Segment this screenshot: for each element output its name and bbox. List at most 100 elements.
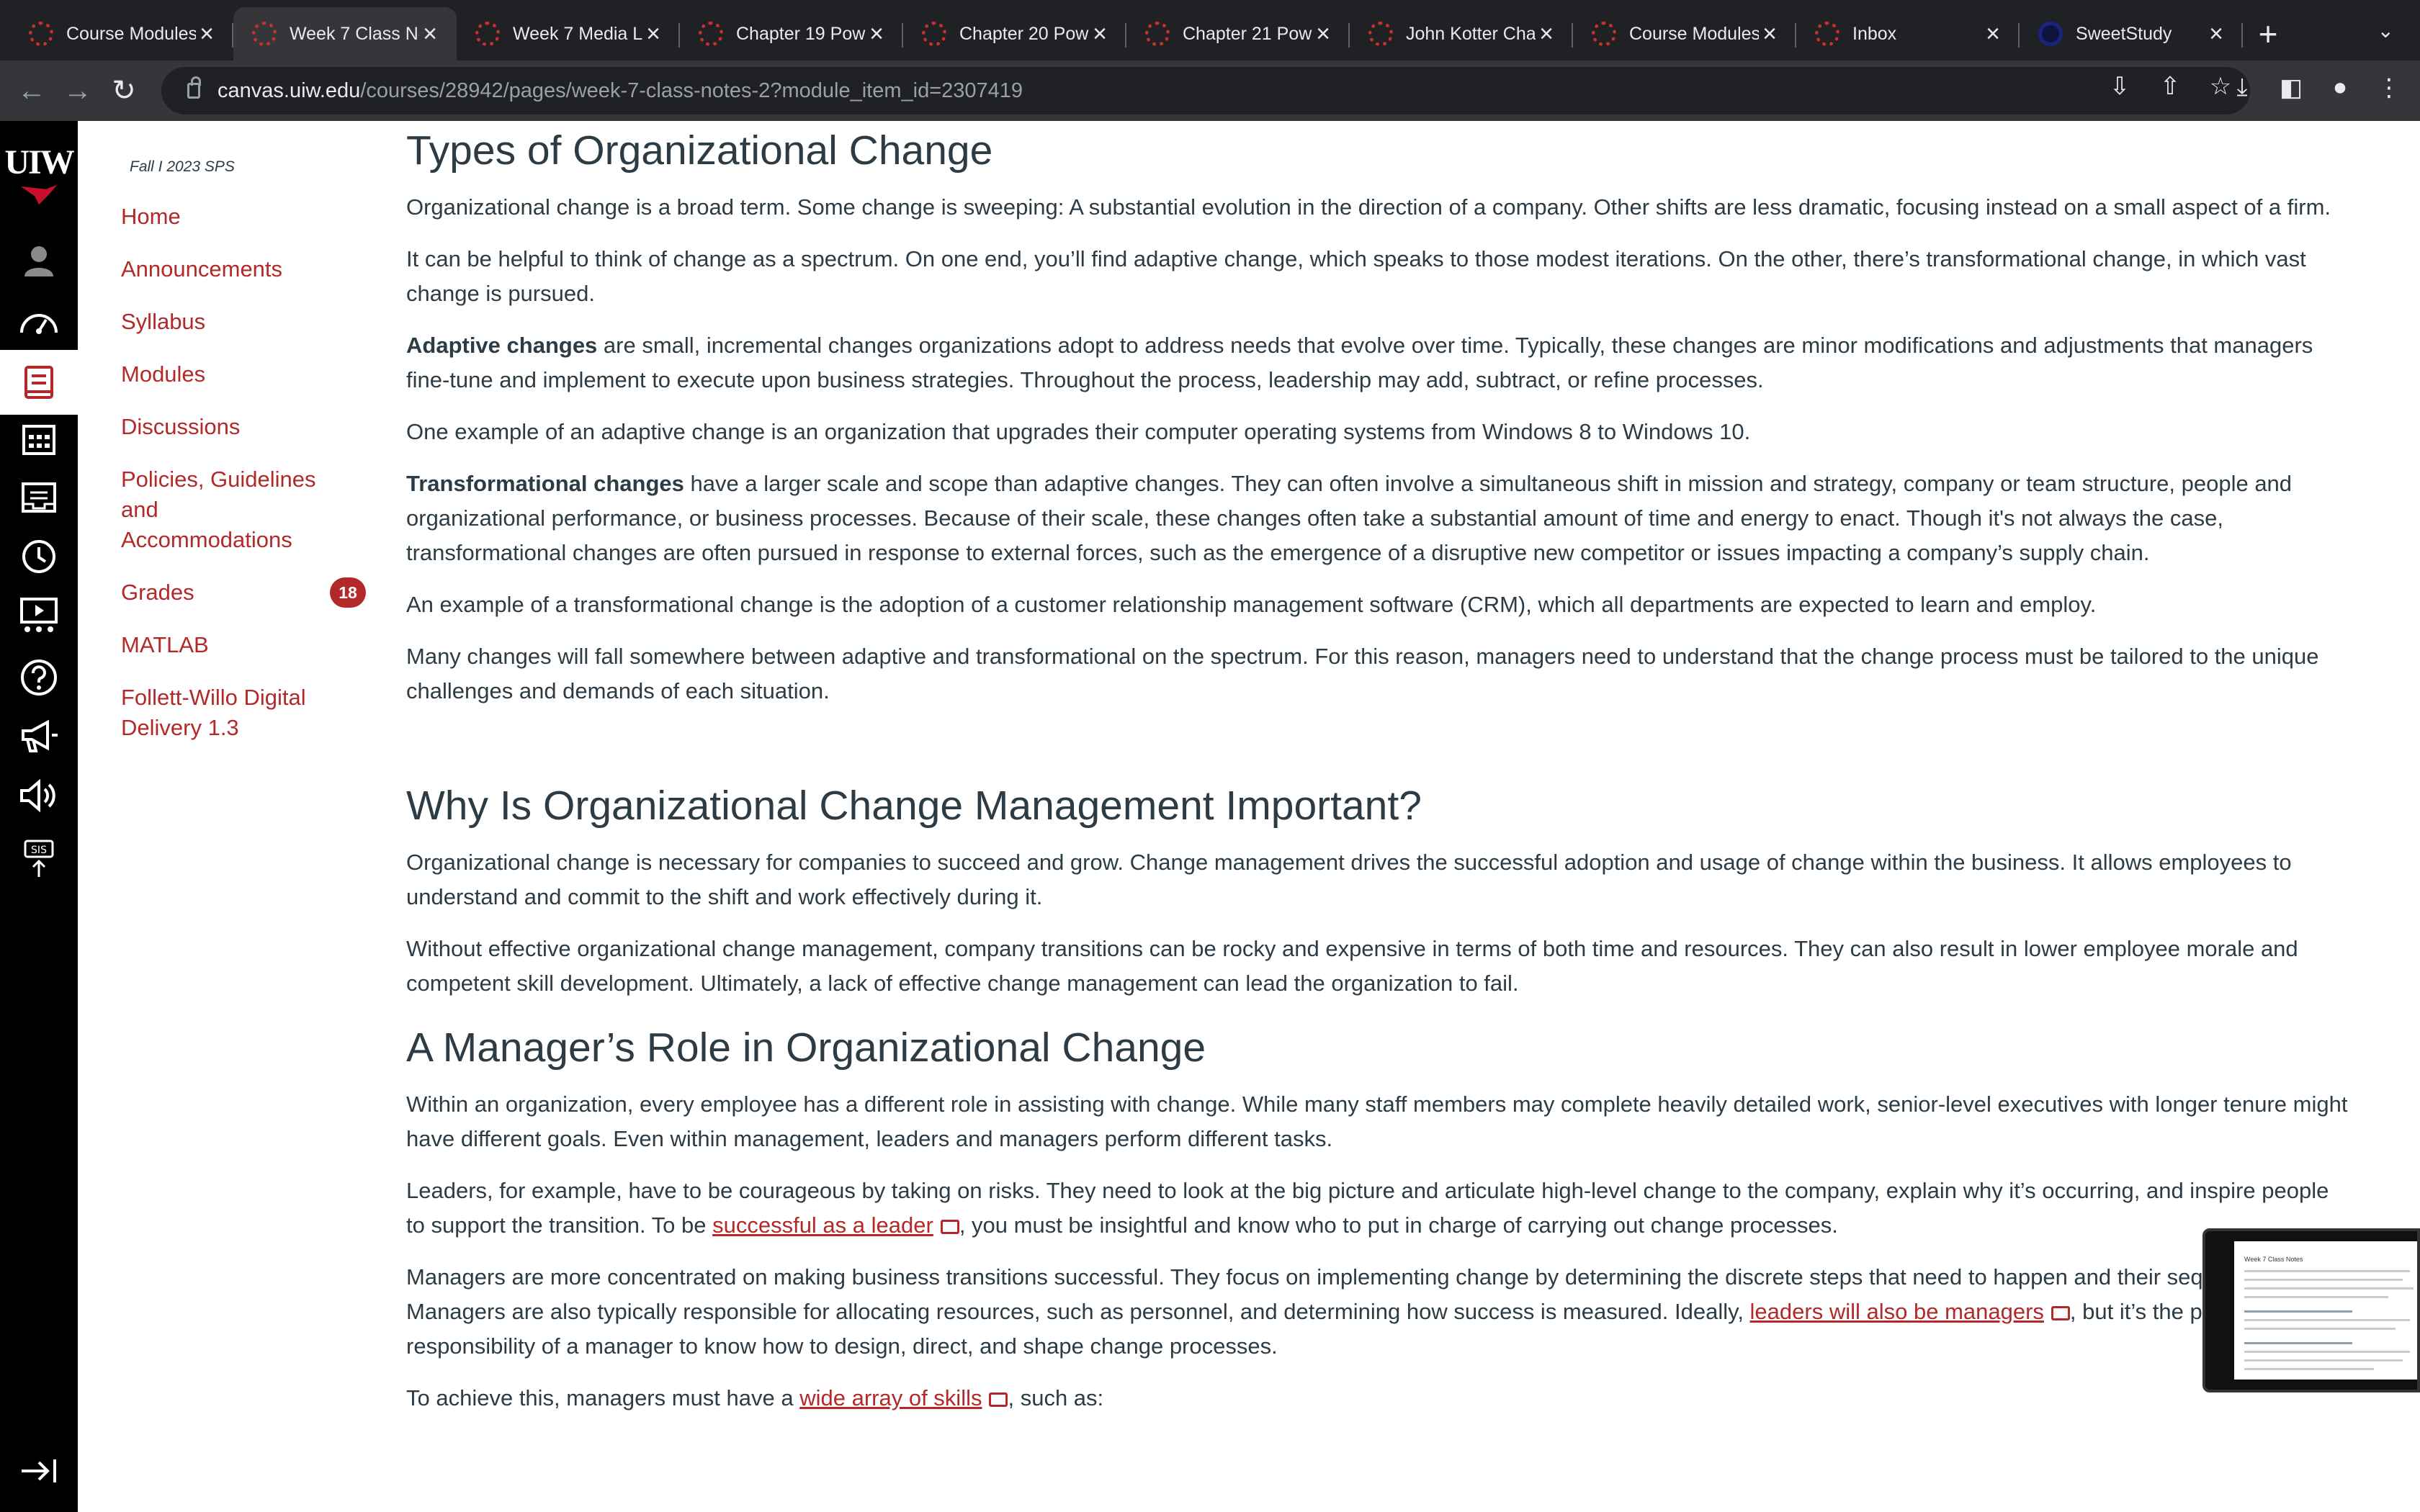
browser-tab[interactable]: John Kotter Change× xyxy=(1350,7,1573,60)
thumbnail-title: Week 7 Class Notes xyxy=(2244,1256,2303,1263)
svg-text:SIS: SIS xyxy=(31,845,47,856)
tab-close-icon[interactable]: × xyxy=(419,22,441,46)
external-link-icon xyxy=(2051,1306,2070,1320)
paragraph: An example of a transformational change … xyxy=(406,592,2097,617)
tab-close-icon[interactable]: × xyxy=(1536,22,1557,46)
tab-search-chevron-icon[interactable]: ⌄ xyxy=(2378,19,2394,42)
browser-tab[interactable]: Inbox × xyxy=(1796,7,2020,60)
browser-tab[interactable]: Course Modules: Mana× xyxy=(10,7,233,60)
global-navigation: UIW SIS xyxy=(0,121,78,1512)
account-icon[interactable] xyxy=(0,235,78,285)
more-menu-icon[interactable]: ⋮ xyxy=(2377,73,2401,102)
calendar-icon[interactable] xyxy=(0,413,78,464)
heading-types: Types of Organizational Change xyxy=(406,127,993,174)
thumbnail-preview: Week 7 Class Notes xyxy=(2215,1241,2417,1380)
address-bar[interactable]: canvas.uiw.edu/courses/28942/pages/week-… xyxy=(161,67,2250,114)
forward-button[interactable]: → xyxy=(55,75,101,107)
tab-title: Week 7 Class Notes xyxy=(290,23,419,44)
install-app-icon[interactable]: ⇩ xyxy=(2107,72,2132,101)
paragraph: Organizational change is a broad term. S… xyxy=(406,194,2331,220)
course-nav-modules[interactable]: Modules xyxy=(121,359,359,390)
paragraph: Many changes will fall somewhere between… xyxy=(406,644,2319,703)
history-icon[interactable] xyxy=(0,531,78,582)
course-nav-announcements[interactable]: Announcements xyxy=(121,254,359,284)
tab-favicon-icon xyxy=(475,22,500,46)
side-panel-icon[interactable]: ◧ xyxy=(2279,73,2303,102)
profile-icon[interactable]: ● xyxy=(2328,73,2352,102)
browser-toolbar: ← → ↻ canvas.uiw.edu/courses/28942/pages… xyxy=(0,60,2420,121)
back-button[interactable]: ← xyxy=(9,75,55,107)
tab-title: Chapter 19 PowerPoint xyxy=(736,23,866,44)
browser-tab[interactable]: Week 7 Media Lectures× xyxy=(457,7,680,60)
heading-role: A Manager’s Role in Organizational Chang… xyxy=(406,1025,1206,1071)
tab-close-icon[interactable]: × xyxy=(1982,22,2004,46)
help-icon[interactable] xyxy=(0,652,78,703)
page-content: Types of Organizational Change Organizat… xyxy=(406,121,2351,1512)
announcements-icon[interactable] xyxy=(0,711,78,762)
bookmark-star-icon[interactable]: ☆ xyxy=(2208,72,2233,101)
thumbnail-sidebar xyxy=(2215,1241,2234,1380)
new-tab-button[interactable]: + xyxy=(2243,7,2293,60)
tab-close-icon[interactable]: × xyxy=(2205,22,2227,46)
external-link-icon xyxy=(989,1392,1008,1407)
course-nav-follett[interactable]: Follett-Willo Digital Delivery 1.3 xyxy=(121,683,337,743)
browser-tab[interactable]: Chapter 19 PowerPoint× xyxy=(680,7,903,60)
sis-icon[interactable]: SIS xyxy=(0,829,78,887)
tab-title: SweetStudy xyxy=(2076,23,2172,44)
browser-tab[interactable]: Week 7 Class Notes× xyxy=(233,7,457,60)
tab-close-icon[interactable]: × xyxy=(642,22,664,46)
link-wide-array-skills[interactable]: wide array of skills xyxy=(799,1385,982,1410)
course-nav-policies[interactable]: Policies, Guidelines and Accommodations xyxy=(121,464,330,555)
dashboard-icon[interactable] xyxy=(0,296,78,346)
paragraph: Within an organization, every employee h… xyxy=(406,1092,2348,1151)
tab-title: Inbox xyxy=(1852,23,1897,44)
downloads-icon[interactable]: ⤓ xyxy=(2230,73,2254,102)
lock-icon[interactable] xyxy=(187,76,201,99)
browser-tab[interactable]: Chapter 20 PowerPoint× xyxy=(903,7,1126,60)
tab-close-icon[interactable]: × xyxy=(866,22,887,46)
browser-tab[interactable]: SweetStudy × xyxy=(2020,7,2243,60)
tab-close-icon[interactable]: × xyxy=(196,22,218,46)
tab-favicon-icon xyxy=(1145,22,1170,46)
tab-favicon-icon xyxy=(922,22,946,46)
url-host: canvas.uiw.edu xyxy=(218,78,361,102)
uiw-logo[interactable]: UIW xyxy=(0,143,78,207)
tab-title: John Kotter Change xyxy=(1406,23,1536,44)
course-navigation: Fall I 2023 SPS Home Announcements Sylla… xyxy=(78,121,366,1512)
link-leaders-managers[interactable]: leaders will also be managers xyxy=(1750,1299,2044,1324)
paragraph: One example of an adaptive change is an … xyxy=(406,419,1751,444)
paragraph: Managers are more concentrated on making… xyxy=(406,1260,2351,1364)
inbox-icon[interactable] xyxy=(0,472,78,523)
paragraph: Adaptive changes are small, incremental … xyxy=(406,328,2351,397)
tab-close-icon[interactable]: × xyxy=(1089,22,1111,46)
speaker-icon[interactable] xyxy=(0,770,78,821)
browser-tab[interactable]: Course Modules: Mana× xyxy=(1573,7,1796,60)
studio-icon[interactable] xyxy=(0,588,78,645)
collapse-nav-icon[interactable] xyxy=(0,1453,78,1489)
tab-close-icon[interactable]: × xyxy=(1759,22,1780,46)
paragraph-text: have a larger scale and scope than adapt… xyxy=(406,471,2293,565)
logo-text: UIW xyxy=(4,143,74,181)
link-successful-leader[interactable]: successful as a leader xyxy=(712,1212,933,1238)
heading-why: Why Is Organizational Change Management … xyxy=(406,783,1422,829)
course-nav-syllabus[interactable]: Syllabus xyxy=(121,307,359,337)
course-nav-matlab[interactable]: MATLAB xyxy=(121,630,359,660)
tab-favicon-icon xyxy=(29,22,53,46)
bold-term: Adaptive changes xyxy=(406,333,598,358)
course-nav-discussions[interactable]: Discussions xyxy=(121,412,359,442)
tab-title: Chapter 20 PowerPoint xyxy=(959,23,1089,44)
course-nav-grades[interactable]: Grades 18 xyxy=(121,577,366,608)
screenshot-thumbnail[interactable]: Week 7 Class Notes xyxy=(2202,1228,2420,1392)
courses-icon[interactable] xyxy=(0,350,78,415)
reload-button[interactable]: ↻ xyxy=(101,74,147,107)
bold-term: Transformational changes xyxy=(406,471,684,496)
browser-tab-strip: Course Modules: Mana×Week 7 Class Notes×… xyxy=(0,0,2420,60)
share-icon[interactable]: ⇧ xyxy=(2158,72,2182,101)
tab-close-icon[interactable]: × xyxy=(1312,22,1334,46)
tab-favicon-icon xyxy=(2038,22,2063,46)
url-path: /courses/28942/pages/week-7-class-notes-… xyxy=(360,78,1023,102)
course-nav-home[interactable]: Home xyxy=(121,202,359,232)
cardinal-logo-icon xyxy=(20,184,58,205)
tab-title: Chapter 21 PowerPoint xyxy=(1183,23,1312,44)
browser-tab[interactable]: Chapter 21 PowerPoint× xyxy=(1126,7,1350,60)
